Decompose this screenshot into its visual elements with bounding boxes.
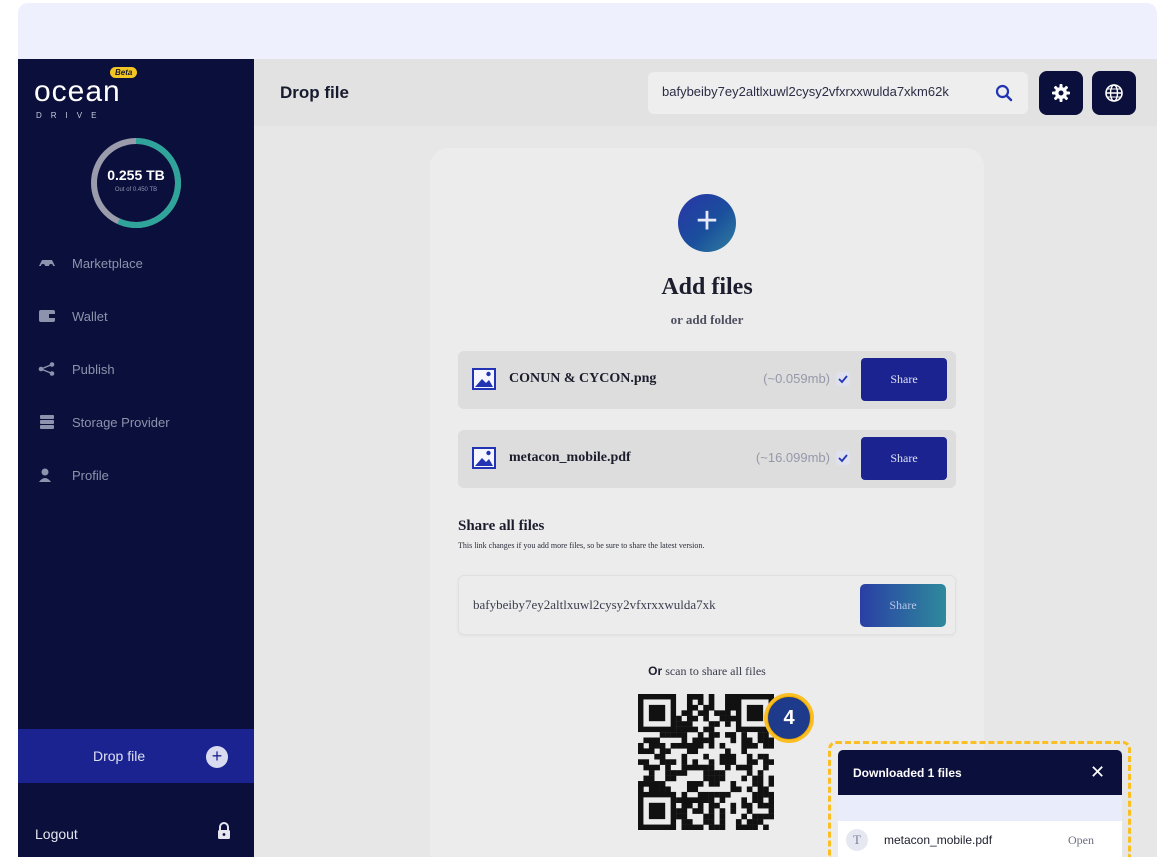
page-title: Drop file: [280, 83, 349, 102]
search-icon[interactable]: [994, 83, 1014, 103]
drop-file-button[interactable]: Drop file +: [18, 729, 254, 783]
image-file-icon: [472, 447, 496, 469]
downloaded-file-name: metacon_mobile.pdf: [884, 833, 993, 847]
share-link-field: bafybeiby7ey2altlxuwl2cysy2vfxrxxwulda7x…: [458, 575, 956, 635]
browser-frame: ocean Beta DRIVE 0.255 TB Out of 0.450 T…: [18, 3, 1157, 857]
marketplace-icon: [39, 260, 55, 268]
file-row: CONUN & CYCON.png (~0.059mb) Share: [458, 351, 956, 409]
storage-total: Out of 0.450 TB: [114, 187, 158, 193]
toast-header: Downloaded 1 files ✕: [838, 750, 1122, 795]
sidebar-item-label: Storage Provider: [72, 414, 170, 430]
app-window: ocean Beta DRIVE 0.255 TB Out of 0.450 T…: [18, 59, 1157, 857]
sidebar-item-wallet[interactable]: Wallet: [38, 304, 108, 328]
image-file-icon: [472, 368, 496, 390]
share-all-button[interactable]: Share: [860, 584, 946, 627]
share-icon: [38, 362, 55, 376]
file-row: metacon_mobile.pdf (~16.099mb) Share: [458, 430, 956, 488]
check-icon[interactable]: [836, 372, 850, 386]
sidebar-item-marketplace[interactable]: Marketplace: [38, 251, 143, 275]
lock-icon[interactable]: [217, 822, 231, 840]
sidebar-item-profile[interactable]: Profile: [38, 463, 109, 487]
scan-or: Or: [648, 664, 663, 678]
gear-icon: [1052, 84, 1070, 102]
download-toast: Downloaded 1 files ✕ T metacon_mobile.pd…: [838, 750, 1122, 857]
text-file-icon: T: [846, 829, 868, 851]
scan-caption: Or scan to share all files: [430, 664, 984, 679]
file-size: (~0.059mb): [763, 371, 830, 386]
storage-used: 0.255 TB: [107, 167, 165, 183]
qr-code-icon: [638, 694, 774, 830]
topbar: Drop file bafybeiby7ey2altlxuwl2cysy2vfx…: [254, 59, 1157, 126]
share-all-description: This link changes if you add more files,…: [458, 541, 705, 550]
logout-button[interactable]: Logout: [35, 826, 78, 842]
storage-ring-icon: [91, 138, 181, 228]
beta-badge: Beta: [110, 67, 138, 78]
server-icon: [40, 415, 54, 429]
storage-gauge: 0.255 TB Out of 0.450 TB: [88, 135, 184, 231]
share-all-title: Share all files: [458, 518, 545, 534]
language-button[interactable]: [1092, 71, 1136, 115]
step-badge: 4: [764, 693, 814, 743]
sidebar-item-publish[interactable]: Publish: [38, 357, 115, 381]
sidebar: ocean Beta DRIVE 0.255 TB Out of 0.450 T…: [18, 59, 254, 857]
scan-text: scan to share all files: [662, 664, 766, 678]
plus-icon: +: [206, 746, 228, 768]
drop-file-label: Drop file: [93, 748, 146, 764]
toast-divider: [838, 795, 1122, 821]
search-value: bafybeiby7ey2altlxuwl2cysy2vfxrxxwulda7x…: [662, 84, 949, 99]
logo-word: ocean: [34, 75, 121, 108]
add-files-button[interactable]: +: [678, 194, 736, 252]
file-name: CONUN & CYCON.png: [509, 371, 657, 386]
app-logo[interactable]: ocean Beta DRIVE: [34, 67, 144, 120]
add-folder-link[interactable]: or add folder: [430, 312, 984, 328]
search-input[interactable]: bafybeiby7ey2altlxuwl2cysy2vfxrxxwulda7x…: [648, 72, 1028, 114]
add-files-title[interactable]: Add files: [430, 274, 984, 301]
sidebar-item-label: Publish: [72, 361, 115, 377]
logo-subtitle: DRIVE: [36, 111, 106, 120]
user-icon: [39, 468, 51, 482]
sidebar-item-storage-provider[interactable]: Storage Provider: [38, 410, 170, 434]
globe-icon: [1105, 84, 1123, 102]
share-button[interactable]: Share: [861, 358, 947, 401]
share-link-value[interactable]: bafybeiby7ey2altlxuwl2cysy2vfxrxxwulda7x…: [473, 597, 758, 613]
share-button[interactable]: Share: [861, 437, 947, 480]
sidebar-item-label: Marketplace: [72, 255, 143, 271]
open-file-link[interactable]: Open: [1068, 833, 1094, 848]
file-size: (~16.099mb): [755, 450, 830, 465]
sidebar-item-label: Profile: [72, 467, 109, 483]
step-number: 4: [767, 696, 811, 740]
close-icon[interactable]: ✕: [1090, 763, 1105, 781]
file-name: metacon_mobile.pdf: [509, 450, 631, 465]
wallet-icon: [39, 310, 55, 322]
sidebar-item-label: Wallet: [72, 308, 108, 324]
toast-title: Downloaded 1 files: [853, 766, 962, 780]
settings-button[interactable]: [1039, 71, 1083, 115]
check-icon[interactable]: [836, 451, 850, 465]
